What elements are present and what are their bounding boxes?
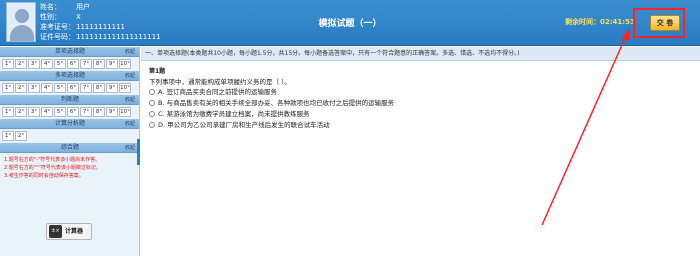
calculator-label: 计算器 (65, 228, 84, 235)
section-header[interactable]: 计算分析题 收起 (0, 119, 139, 129)
question-number-button[interactable]: 7° (80, 83, 92, 93)
option-text: C. 某游泳馆为缴费学员建立档案，尚未提供教练服务 (158, 110, 310, 118)
section-title: 计算分析题 (54, 120, 85, 127)
question-number-button[interactable]: 9° (106, 59, 118, 69)
section-header[interactable]: 多项选择题 收起 (0, 71, 139, 81)
question-number-button[interactable]: 1° (2, 59, 14, 69)
legend-line: 3.考生作答的同时会自动保存答案。 (4, 173, 84, 179)
collapse-toggle[interactable]: 收起 (125, 95, 135, 105)
question-number-button[interactable]: 10° (119, 59, 131, 69)
question: 第1题 下列事项中，通常能构成单项履约义务的是（ ）。 A. 签订商品买卖合同之… (141, 61, 700, 137)
question-number-button[interactable]: 2° (15, 131, 27, 141)
question-button-row: 1° 2° 3° 4° 5° 6° 7° 8° 9° 10° (0, 105, 139, 119)
annotation-highlight-box (633, 8, 685, 38)
candidate-id: 证件号码：1111111111111111111 (40, 32, 161, 42)
question-panel: 一、单项选择题(本类题共10小题，每小题1.5分，共15分。每小题备选答案中，只… (141, 47, 700, 256)
section-instructions: 一、单项选择题(本类题共10小题，每小题1.5分，共15分。每小题备选答案中，只… (141, 47, 700, 61)
legend-line: 1.题号右方的"-"符号代表该小题尚未作答。 (4, 157, 101, 163)
timer-label: 剩余时间： (565, 18, 600, 26)
sidebar-collapse-handle[interactable] (137, 139, 140, 165)
ticket-label: 准考证号： (40, 23, 75, 31)
question-number-button[interactable]: 1° (2, 131, 14, 141)
question-number-button[interactable]: 8° (93, 83, 105, 93)
id-value: 1111111111111111111 (76, 33, 161, 41)
candidate-gender: 性别： X (40, 12, 81, 22)
question-number-button[interactable]: 10° (119, 83, 131, 93)
question-button-row: 1° 2° 3° 4° 5° 6° 7° 8° 9° 10° (0, 57, 139, 71)
question-number-button[interactable]: 5° (54, 107, 66, 117)
question-number-button[interactable]: 5° (54, 59, 66, 69)
option-b[interactable]: B. 与商品售卖有关的相关手续全部办妥、各种款项也均已收付之后提供的运输服务 (149, 98, 692, 109)
question-number-button[interactable]: 2° (15, 83, 27, 93)
question-number-button[interactable]: 3° (28, 59, 40, 69)
question-number-button[interactable]: 8° (93, 59, 105, 69)
name-label: 姓名： (40, 3, 61, 11)
question-number-button[interactable]: 6° (67, 107, 79, 117)
section-header[interactable]: 判断题 收起 (0, 95, 139, 105)
option-c[interactable]: C. 某游泳馆为缴费学员建立档案，尚未提供教练服务 (149, 109, 692, 120)
collapse-toggle[interactable]: 收起 (125, 119, 135, 129)
radio-button[interactable] (149, 122, 155, 128)
id-label: 证件号码： (40, 33, 75, 41)
question-number-button[interactable]: 1° (2, 83, 14, 93)
collapse-toggle[interactable]: 收起 (125, 71, 135, 81)
timer-value: 02:41:53 (600, 18, 635, 26)
option-text: B. 与商品售卖有关的相关手续全部办妥、各种款项也均已收付之后提供的运输服务 (158, 99, 395, 107)
candidate-name: 姓名： 用户 (40, 2, 90, 12)
question-number-button[interactable]: 4° (41, 59, 53, 69)
remaining-time: 剩余时间：02:41:53 (565, 17, 635, 27)
collapse-toggle[interactable]: 收起 (125, 143, 135, 153)
candidate-ticket: 准考证号：11111111111 (40, 22, 125, 32)
question-number-button[interactable]: 2° (15, 59, 27, 69)
gender-label: 性别： (40, 13, 61, 21)
question-number-button[interactable]: 6° (67, 59, 79, 69)
section-header[interactable]: 单项选择题 收起 (0, 47, 139, 57)
calculator-button[interactable]: ±× 计算器 (46, 223, 92, 240)
question-number-button[interactable]: 3° (28, 107, 40, 117)
radio-button[interactable] (149, 111, 155, 117)
question-button-row: 1° 2° 3° 4° 5° 6° 7° 8° 9° 10° (0, 81, 139, 95)
section-title: 综合题 (60, 144, 79, 151)
page-title: 模拟试题（一） (318, 19, 382, 29)
avatar-body (10, 25, 34, 41)
section-header[interactable]: 综合题 收起 (0, 143, 139, 153)
option-d[interactable]: D. 甲公司为乙公司承建厂房和生产线后发生的联合试车活动 (149, 120, 692, 131)
exam-header: 姓名： 用户 性别： X 准考证号：11111111111 证件号码：1111111… (0, 0, 700, 46)
name-value: 用户 (76, 3, 90, 11)
radio-button[interactable] (149, 89, 155, 95)
question-number-button[interactable]: 3° (28, 83, 40, 93)
question-number-button[interactable]: 9° (106, 107, 118, 117)
question-number-button[interactable]: 7° (80, 107, 92, 117)
question-number-button[interactable]: 7° (80, 59, 92, 69)
question-number-button[interactable]: 9° (106, 83, 118, 93)
avatar-head (15, 9, 29, 23)
collapse-toggle[interactable]: 收起 (125, 47, 135, 57)
question-number-button[interactable]: 4° (41, 107, 53, 117)
question-number-button[interactable]: 5° (54, 83, 66, 93)
question-number-button[interactable]: 8° (93, 107, 105, 117)
legend: 1.题号右方的"-"符号代表该小题尚未作答。 2.题号右方的"°"符号代表该小题… (0, 153, 139, 180)
section-list: 单项选择题 收起 1° 2° 3° 4° 5° 6° 7° 8° 9° 10° 多项选择题 收起 1° 2° 3… (0, 47, 139, 153)
question-number: 第1题 (149, 68, 166, 75)
section-title: 判断题 (60, 96, 79, 103)
legend-line: 2.题号右方的"°"符号代表该小题做过标记。 (4, 165, 101, 171)
question-number-button[interactable]: 2° (15, 107, 27, 117)
question-button-row: 1° 2° (0, 129, 139, 143)
section-title: 单项选择题 (54, 48, 85, 55)
radio-button[interactable] (149, 100, 155, 106)
ticket-value: 11111111111 (76, 23, 125, 31)
option-text: A. 签订商品买卖合同之前提供的运输服务 (158, 88, 277, 96)
avatar (6, 2, 36, 42)
question-number-button[interactable]: 1° (2, 107, 14, 117)
section-title: 多项选择题 (54, 72, 85, 79)
option-text: D. 甲公司为乙公司承建厂房和生产线后发生的联合试车活动 (158, 121, 330, 129)
calculator-icon: ±× (49, 225, 62, 238)
question-stem: 下列事项中，通常能构成单项履约义务的是（ ）。 (149, 78, 291, 86)
gender-value: X (76, 13, 81, 21)
question-number-button[interactable]: 10° (119, 107, 131, 117)
question-number-button[interactable]: 4° (41, 83, 53, 93)
question-number-button[interactable]: 6° (67, 83, 79, 93)
question-navigator: 单项选择题 收起 1° 2° 3° 4° 5° 6° 7° 8° 9° 10° 多项选择题 收起 1° 2° 3… (0, 47, 140, 256)
option-a[interactable]: A. 签订商品买卖合同之前提供的运输服务 (149, 87, 692, 98)
